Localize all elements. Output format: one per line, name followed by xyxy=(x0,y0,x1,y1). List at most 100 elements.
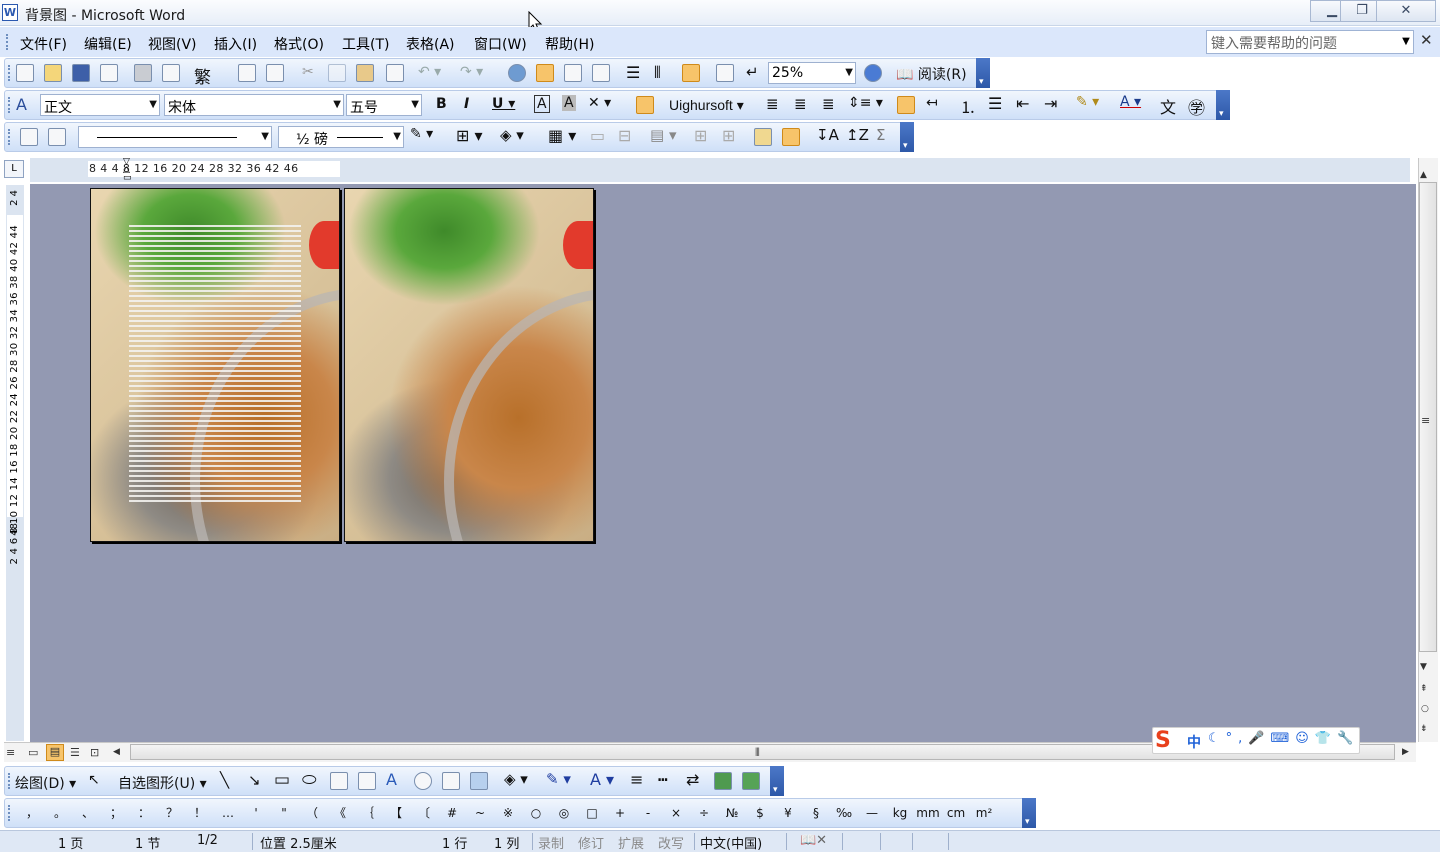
symbols-toolbar-grip[interactable] xyxy=(8,805,11,821)
diagram-icon[interactable] xyxy=(414,772,432,790)
distributed-icon[interactable]: ≣ xyxy=(822,95,835,113)
drawing-toolbar-grip[interactable] xyxy=(8,773,11,789)
distribute-rows-icon[interactable]: ⊞ xyxy=(694,126,707,145)
tab-selector[interactable]: L xyxy=(4,160,24,178)
status-rec[interactable]: 录制 xyxy=(538,833,564,852)
copy-icon[interactable] xyxy=(328,64,346,82)
print-preview-icon[interactable] xyxy=(162,64,180,82)
picture-icon[interactable] xyxy=(470,772,488,790)
styles-icon[interactable]: A xyxy=(16,95,27,114)
line-color-icon[interactable]: ✎ ▾ xyxy=(546,770,571,788)
merge-cells-icon[interactable]: ▭ xyxy=(590,126,605,145)
symbol-button[interactable]: 《 xyxy=(326,804,354,821)
align-center-icon[interactable]: ≣ xyxy=(766,95,779,113)
save-icon[interactable] xyxy=(72,64,90,82)
menu-insert[interactable]: 插入(I) xyxy=(214,34,257,54)
formatting-toolbar-grip[interactable] xyxy=(8,97,11,113)
symbol-button[interactable]: - xyxy=(634,806,662,820)
normal-view-icon[interactable]: ≡ xyxy=(6,746,15,759)
wordart-icon[interactable]: A xyxy=(386,770,397,789)
line-weight-combo[interactable]: ½ 磅 ▼ xyxy=(278,126,404,148)
ime-mode[interactable]: 中 xyxy=(1187,732,1201,752)
draw-table-icon[interactable] xyxy=(20,128,38,146)
scroll-left-icon[interactable]: ◀ xyxy=(113,747,120,757)
insert-table-icon[interactable] xyxy=(564,64,582,82)
symbol-button[interactable]: □ xyxy=(578,806,606,820)
microphone-icon[interactable]: 🎤 xyxy=(1248,731,1270,746)
paragraph-mark-icon[interactable]: ↵ xyxy=(746,63,759,81)
web-view-icon[interactable]: ▭ xyxy=(28,746,38,759)
text-box-icon[interactable] xyxy=(330,772,348,790)
numbering-icon[interactable]: ⒈ xyxy=(960,94,976,118)
select-browse-object-icon[interactable]: ○ xyxy=(1421,704,1429,714)
split-cells-icon[interactable]: ⊟ xyxy=(618,126,631,145)
symbol-button[interactable]: × xyxy=(662,806,690,820)
insert-excel-icon[interactable] xyxy=(592,64,610,82)
tables-toolbar-options-icon[interactable] xyxy=(900,122,914,152)
reading-view-icon[interactable]: ⊡ xyxy=(90,746,99,759)
columns-icon[interactable]: ☰ xyxy=(626,63,640,82)
symbol-button[interactable]: ◎ xyxy=(550,806,578,820)
outside-border-icon[interactable]: ⊞ ▾ xyxy=(456,126,483,145)
symbol-button[interactable]: # xyxy=(438,806,466,820)
symbol-button[interactable]: … xyxy=(214,806,242,820)
read-mode-button[interactable]: 📖 阅读(R) xyxy=(896,64,967,84)
3d-icon[interactable] xyxy=(742,772,760,790)
line-icon[interactable]: ╲ xyxy=(220,771,229,789)
document-close-icon[interactable]: ✕ xyxy=(1420,31,1433,49)
tables-borders-icon[interactable] xyxy=(536,64,554,82)
border-color-icon[interactable]: ✎ ▾ xyxy=(410,126,433,142)
drawing-icon[interactable]: ⫴ xyxy=(654,63,661,83)
line-spacing-icon[interactable]: ⇕≡ ▾ xyxy=(848,95,883,111)
symbol-button[interactable]: 〔 xyxy=(410,804,438,821)
symbol-button[interactable]: mm xyxy=(914,806,942,820)
menu-edit[interactable]: 编辑(E) xyxy=(84,34,132,54)
font-size-combo[interactable]: 五号 ▼ xyxy=(346,94,422,116)
symbol-button[interactable]: ÷ xyxy=(690,806,718,820)
shadow-icon[interactable] xyxy=(714,772,732,790)
keyboard-icon[interactable]: ⌨ xyxy=(1270,731,1295,746)
symbol-button[interactable]: （ xyxy=(298,804,326,821)
document-map-icon[interactable] xyxy=(682,64,700,82)
symbol-button[interactable]: " xyxy=(270,806,298,820)
next-page-icon[interactable]: ⇟ xyxy=(1420,724,1428,734)
rtl-icon[interactable]: ↤ xyxy=(926,95,938,111)
previous-page-icon[interactable]: ⇞ xyxy=(1420,684,1428,694)
menu-tools[interactable]: 工具(T) xyxy=(342,34,389,54)
symbol-button[interactable]: m² xyxy=(970,806,998,820)
indent-marker-icon[interactable]: ▽ △ ▭ xyxy=(123,158,132,183)
symbol-button[interactable]: ！ xyxy=(186,804,214,821)
decrease-indent-icon[interactable]: ⇤ xyxy=(1016,94,1029,113)
help-search-input[interactable]: 键入需要帮助的问题 xyxy=(1206,30,1414,54)
sort-ascending-icon[interactable]: ↧A xyxy=(816,126,839,144)
rectangle-icon[interactable]: ▭ xyxy=(274,770,290,790)
traditional-chinese-icon[interactable]: 繁 xyxy=(194,63,211,88)
drawing-toolbar-options-icon[interactable] xyxy=(770,766,784,796)
page-text-block[interactable] xyxy=(129,225,301,505)
bold-icon[interactable]: B xyxy=(436,96,447,112)
dash-style-icon[interactable]: ┅ xyxy=(658,770,668,789)
align-right-icon[interactable]: ≣ xyxy=(794,95,807,113)
insert-table-small-icon[interactable]: ▦ ▾ xyxy=(548,126,576,145)
open-folder-icon[interactable] xyxy=(44,64,62,82)
page-1[interactable] xyxy=(90,188,340,542)
symbol-button[interactable]: + xyxy=(606,806,634,820)
menu-grip[interactable] xyxy=(6,34,9,50)
symbol-button[interactable]: № xyxy=(718,806,746,820)
align-justify-icon[interactable] xyxy=(636,96,654,114)
symbols-toolbar-options-icon[interactable] xyxy=(1022,798,1036,828)
ime-tool-icons[interactable]: ☾°,🎤⌨☺👕🔧 xyxy=(1208,731,1359,746)
fill-color-icon[interactable]: ◈ ▾ xyxy=(504,770,528,788)
italic-icon[interactable]: I xyxy=(464,96,469,112)
vertical-text-box-icon[interactable] xyxy=(358,772,376,790)
distribute-columns-icon[interactable]: ⊞ xyxy=(722,126,735,145)
highlight-icon[interactable]: ✎ ▾ xyxy=(1076,94,1099,110)
font-combo[interactable]: 宋体 ▼ xyxy=(164,94,344,116)
clip-art-icon[interactable] xyxy=(442,772,460,790)
script-font-combo[interactable]: Uighursoft ▾ xyxy=(669,97,744,114)
ltr-icon[interactable] xyxy=(897,96,915,114)
standard-toolbar-grip[interactable] xyxy=(8,65,11,81)
sogou-logo-icon[interactable]: S xyxy=(1155,728,1171,753)
symbol-button[interactable]: ？ xyxy=(158,804,186,821)
symbol-button[interactable]: ' xyxy=(242,806,270,820)
